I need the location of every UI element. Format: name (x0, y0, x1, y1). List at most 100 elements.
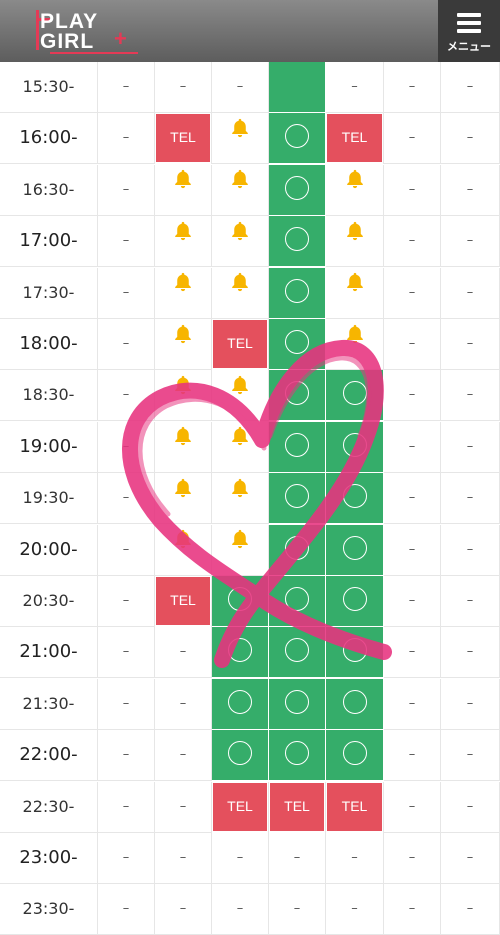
available-cell[interactable] (326, 524, 384, 576)
unavailable-cell: – (98, 164, 155, 216)
hamburger-icon (457, 13, 481, 33)
tel-cell[interactable]: TEL (212, 781, 269, 833)
available-cell[interactable] (269, 319, 326, 370)
available-cell[interactable] (212, 730, 269, 782)
unavailable-cell: – (384, 833, 441, 884)
available-cell[interactable] (269, 216, 326, 268)
available-cell[interactable] (326, 473, 384, 525)
unavailable-cell: – (441, 267, 500, 319)
unavailable-cell: – (98, 62, 155, 113)
waitlist-cell[interactable] (326, 267, 384, 319)
unavailable-cell: – (269, 884, 326, 935)
unavailable-cell: – (441, 576, 500, 627)
bell-icon (229, 471, 251, 521)
tel-cell[interactable]: TEL (326, 781, 384, 833)
dash-mark: – (179, 901, 187, 917)
bell-icon (172, 162, 194, 212)
waitlist-cell[interactable] (212, 111, 269, 165)
circle-icon (228, 638, 252, 663)
waitlist-cell[interactable] (155, 524, 212, 576)
available-cell[interactable] (269, 524, 326, 576)
unavailable-cell: – (98, 833, 155, 884)
waitlist-cell[interactable] (326, 216, 384, 268)
waitlist-cell[interactable] (326, 162, 384, 216)
bell-icon (344, 162, 366, 212)
waitlist-cell[interactable] (212, 370, 269, 422)
dash-mark: – (293, 901, 301, 917)
dash-mark: – (122, 490, 130, 506)
available-cell[interactable] (212, 627, 269, 679)
available-cell[interactable] (326, 576, 384, 627)
available-cell[interactable] (269, 164, 326, 216)
unavailable-cell: – (98, 267, 155, 319)
waitlist-cell[interactable] (212, 267, 269, 319)
tel-cell[interactable]: TEL (155, 113, 212, 165)
site-logo[interactable]: PLAY GIRL + (36, 8, 138, 54)
circle-icon (342, 432, 367, 457)
available-cell[interactable] (269, 730, 326, 782)
waitlist-cell[interactable] (155, 370, 212, 422)
available-cell[interactable] (269, 370, 326, 422)
time-label: 20:00- (0, 524, 98, 576)
schedule-row: 21:00- – – – – (0, 627, 500, 679)
dash-mark: – (466, 387, 474, 403)
tel-cell[interactable]: TEL (326, 113, 384, 165)
menu-button[interactable]: メニュー (438, 0, 500, 62)
schedule-row: 18:00- – TEL – – (0, 319, 500, 370)
waitlist-cell[interactable] (155, 473, 212, 525)
unavailable-cell: – (441, 781, 500, 833)
dash-mark: – (466, 541, 474, 557)
available-cell[interactable] (326, 421, 384, 473)
unavailable-cell: – (155, 833, 212, 884)
dash-mark: – (466, 747, 474, 763)
unavailable-cell: – (441, 884, 500, 935)
waitlist-cell[interactable] (155, 267, 212, 319)
available-cell[interactable] (269, 113, 326, 165)
available-cell[interactable] (269, 576, 326, 627)
dash-mark: – (408, 593, 416, 608)
waitlist-cell[interactable] (155, 319, 212, 370)
bell-icon (344, 317, 366, 367)
available-cell[interactable] (269, 473, 326, 525)
available-cell[interactable] (269, 678, 326, 730)
waitlist-cell[interactable] (155, 216, 212, 268)
waitlist-cell[interactable] (212, 524, 269, 576)
dash-mark: – (408, 336, 416, 351)
available-cell[interactable] (269, 627, 326, 679)
dash-mark: – (122, 336, 130, 351)
time-label: 19:00- (0, 421, 98, 473)
tel-cell[interactable]: TEL (212, 319, 269, 370)
available-cell[interactable] (326, 627, 384, 679)
waitlist-cell[interactable] (155, 421, 212, 473)
app-header: PLAY GIRL + メニュー (0, 0, 500, 62)
available-cell[interactable] (269, 267, 326, 319)
tel-label: TEL (327, 782, 382, 831)
waitlist-cell[interactable] (212, 471, 269, 525)
logo-text-line1: PLAY (40, 10, 99, 33)
time-label: 23:00- (0, 833, 98, 884)
available-cell[interactable] (269, 421, 326, 473)
available-cell[interactable] (326, 370, 384, 422)
circle-icon (285, 330, 309, 354)
bell-icon (229, 111, 251, 161)
waitlist-cell[interactable] (212, 421, 269, 473)
tel-cell[interactable]: TEL (155, 576, 212, 627)
available-cell[interactable] (212, 678, 269, 730)
dash-mark: – (179, 79, 187, 94)
tel-cell[interactable]: TEL (269, 781, 326, 833)
unavailable-cell: – (98, 370, 155, 422)
waitlist-cell[interactable] (212, 214, 269, 268)
unavailable-cell: – (155, 730, 212, 782)
waitlist-cell[interactable] (155, 162, 212, 216)
waitlist-cell[interactable] (326, 319, 384, 370)
available-cell[interactable] (326, 730, 384, 782)
unavailable-cell: – (155, 627, 212, 679)
bell-icon (229, 214, 251, 264)
dash-mark: – (466, 695, 474, 711)
dash-mark: – (466, 181, 474, 197)
waitlist-cell[interactable] (212, 164, 269, 216)
unavailable-cell: – (384, 164, 441, 216)
available-cell[interactable] (212, 576, 269, 627)
circle-icon (285, 535, 309, 560)
available-cell[interactable] (326, 678, 384, 730)
